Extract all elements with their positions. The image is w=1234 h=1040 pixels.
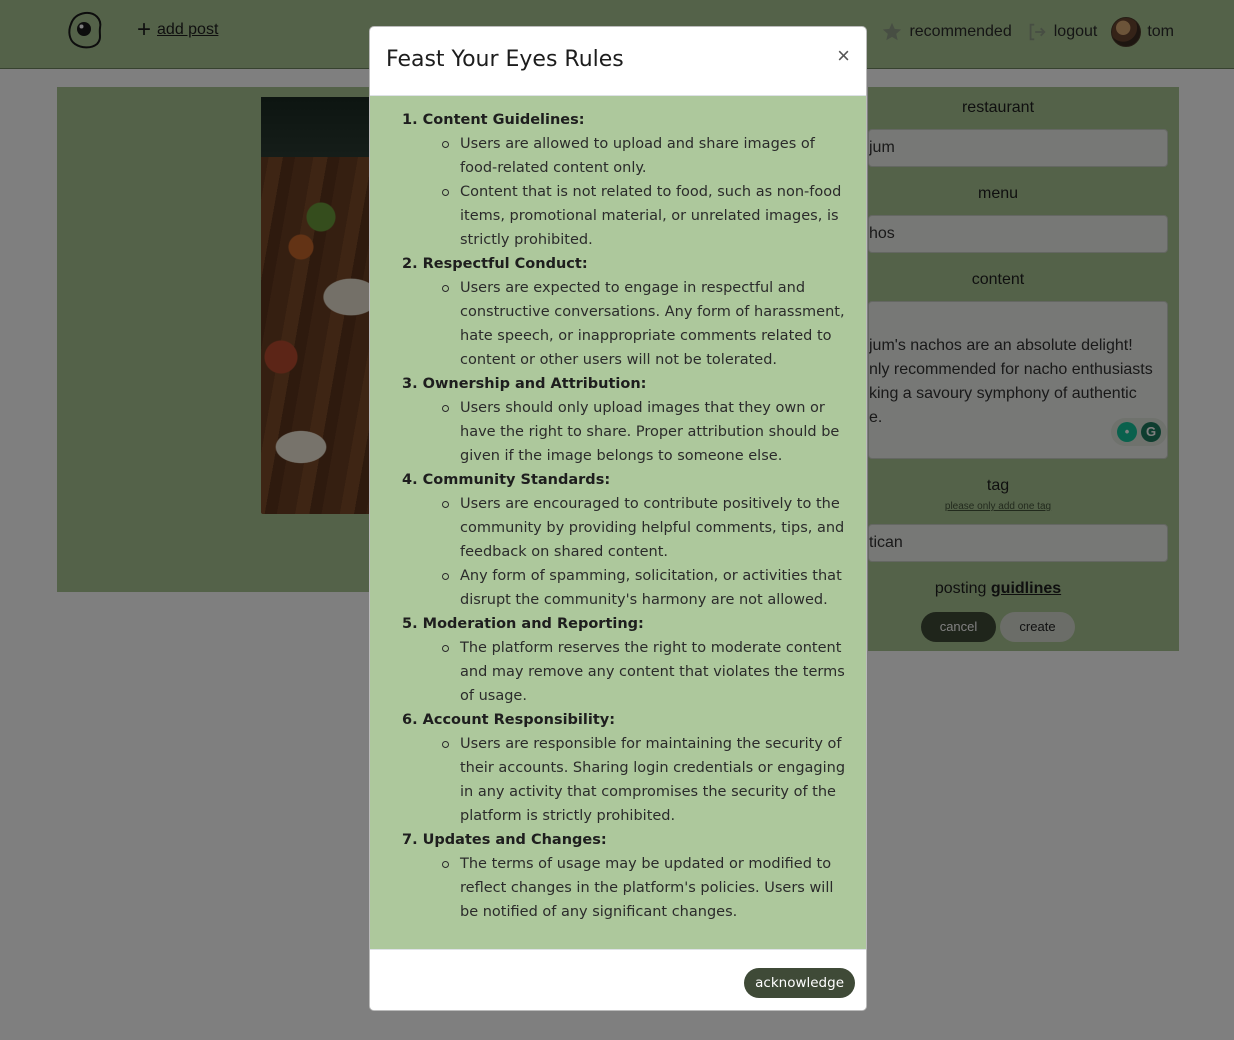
rule-heading: 2. Respectful Conduct: bbox=[402, 256, 588, 272]
rule-item: 3. Ownership and Attribution: Users shou… bbox=[384, 372, 854, 468]
rule-points: Users are expected to engage in respectf… bbox=[384, 276, 854, 372]
rule-item: 5. Moderation and Reporting: The platfor… bbox=[384, 612, 854, 708]
rules-modal: Feast Your Eyes Rules × 1. Content Guide… bbox=[369, 26, 867, 1011]
rules-list: 1. Content Guidelines: Users are allowed… bbox=[384, 108, 854, 924]
rule-heading: 5. Moderation and Reporting: bbox=[402, 616, 644, 632]
rule-item: 7. Updates and Changes: The terms of usa… bbox=[384, 828, 854, 924]
rule-heading: 7. Updates and Changes: bbox=[402, 832, 607, 848]
rule-heading: 6. Account Responsibility: bbox=[402, 712, 616, 728]
rule-points: Users are encouraged to contribute posit… bbox=[384, 492, 854, 612]
rule-point: Users are allowed to upload and share im… bbox=[442, 132, 854, 180]
close-icon[interactable]: × bbox=[837, 45, 850, 67]
modal-footer: acknowledge bbox=[370, 949, 866, 1010]
rule-heading: 3. Ownership and Attribution: bbox=[402, 376, 647, 392]
rule-item: 1. Content Guidelines: Users are allowed… bbox=[384, 108, 854, 252]
rule-point: Any form of spamming, solicitation, or a… bbox=[442, 564, 854, 612]
acknowledge-button[interactable]: acknowledge bbox=[744, 968, 855, 998]
rule-point: The terms of usage may be updated or mod… bbox=[442, 852, 854, 924]
rule-points: Users should only upload images that the… bbox=[384, 396, 854, 468]
rule-point: Content that is not related to food, suc… bbox=[442, 180, 854, 252]
rule-points: Users are allowed to upload and share im… bbox=[384, 132, 854, 252]
rule-point: Users should only upload images that the… bbox=[442, 396, 854, 468]
modal-body: 1. Content Guidelines: Users are allowed… bbox=[370, 96, 866, 949]
rule-heading: 1. Content Guidelines: bbox=[402, 112, 585, 128]
rule-item: 2. Respectful Conduct: Users are expecte… bbox=[384, 252, 854, 372]
rule-point: Users are encouraged to contribute posit… bbox=[442, 492, 854, 564]
rule-point: Users are responsible for maintaining th… bbox=[442, 732, 854, 828]
rule-points: The terms of usage may be updated or mod… bbox=[384, 852, 854, 924]
rule-points: The platform reserves the right to moder… bbox=[384, 636, 854, 708]
rule-point: The platform reserves the right to moder… bbox=[442, 636, 854, 708]
modal-header: Feast Your Eyes Rules × bbox=[370, 27, 866, 96]
rule-heading: 4. Community Standards: bbox=[402, 472, 611, 488]
modal-title: Feast Your Eyes Rules bbox=[386, 47, 624, 72]
rule-point: Users are expected to engage in respectf… bbox=[442, 276, 854, 372]
rule-item: 4. Community Standards: Users are encour… bbox=[384, 468, 854, 612]
rule-item: 6. Account Responsibility: Users are res… bbox=[384, 708, 854, 828]
rule-points: Users are responsible for maintaining th… bbox=[384, 732, 854, 828]
